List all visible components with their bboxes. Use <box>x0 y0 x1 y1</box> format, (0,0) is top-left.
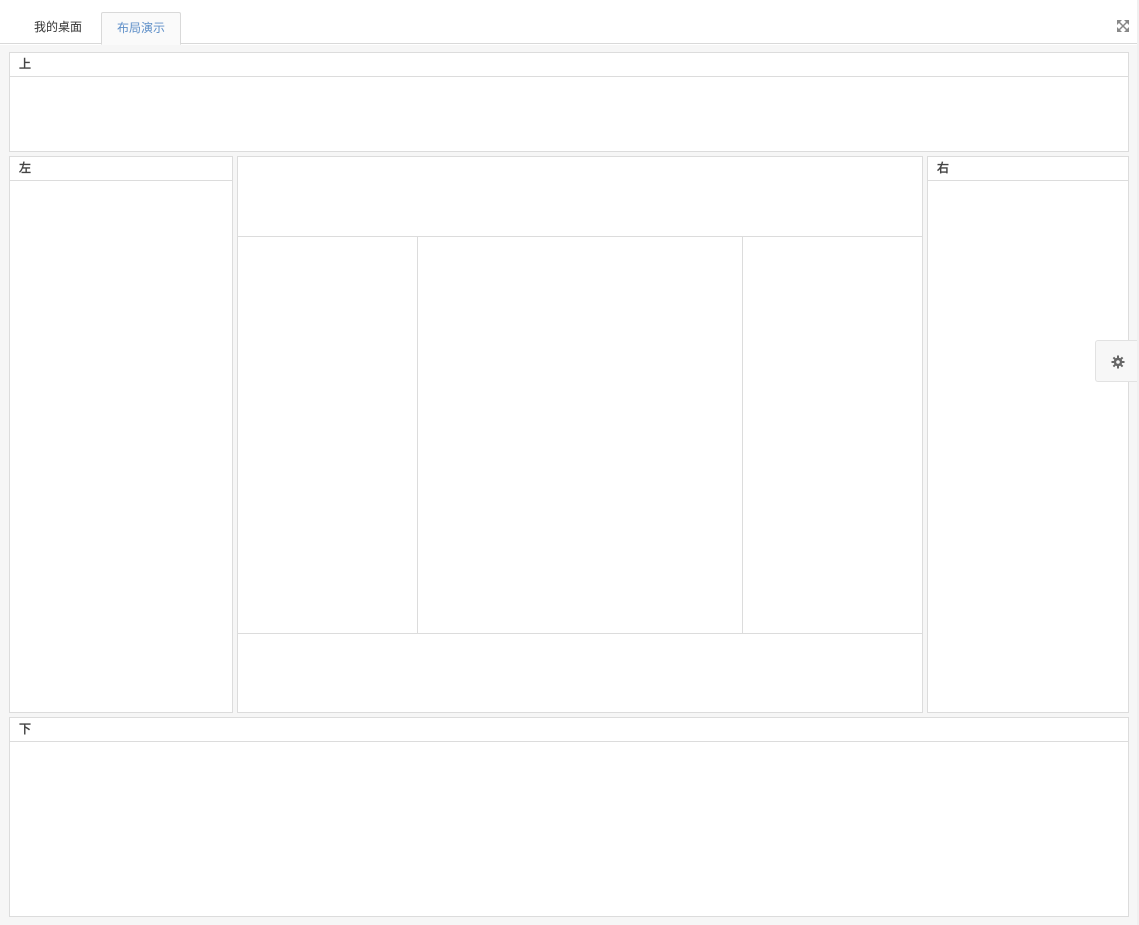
expand-arrows-icon <box>1117 20 1129 32</box>
center-west-region <box>238 237 418 633</box>
tab-bar: 我的桌面 布局演示 <box>0 0 1139 45</box>
east-panel-title: 右 <box>928 157 1128 181</box>
tab-layout-demo[interactable]: 布局演示 <box>101 12 181 45</box>
layout-workspace: 上 左 右 下 <box>0 45 1137 925</box>
west-panel: 左 <box>9 156 233 713</box>
south-panel-title: 下 <box>10 718 1128 742</box>
center-panel <box>237 156 923 713</box>
settings-button[interactable] <box>1095 340 1139 382</box>
east-panel: 右 <box>927 156 1129 713</box>
fullscreen-button[interactable] <box>1115 18 1131 34</box>
north-panel-title: 上 <box>10 53 1128 77</box>
center-center-region <box>418 237 742 633</box>
west-panel-title: 左 <box>10 157 232 181</box>
tab-my-desktop[interactable]: 我的桌面 <box>22 12 94 45</box>
center-east-region <box>742 237 922 633</box>
north-panel: 上 <box>9 52 1129 152</box>
center-south-region <box>238 633 922 712</box>
south-panel: 下 <box>9 717 1129 917</box>
gear-icon <box>1111 355 1125 369</box>
center-north-region <box>238 157 922 237</box>
